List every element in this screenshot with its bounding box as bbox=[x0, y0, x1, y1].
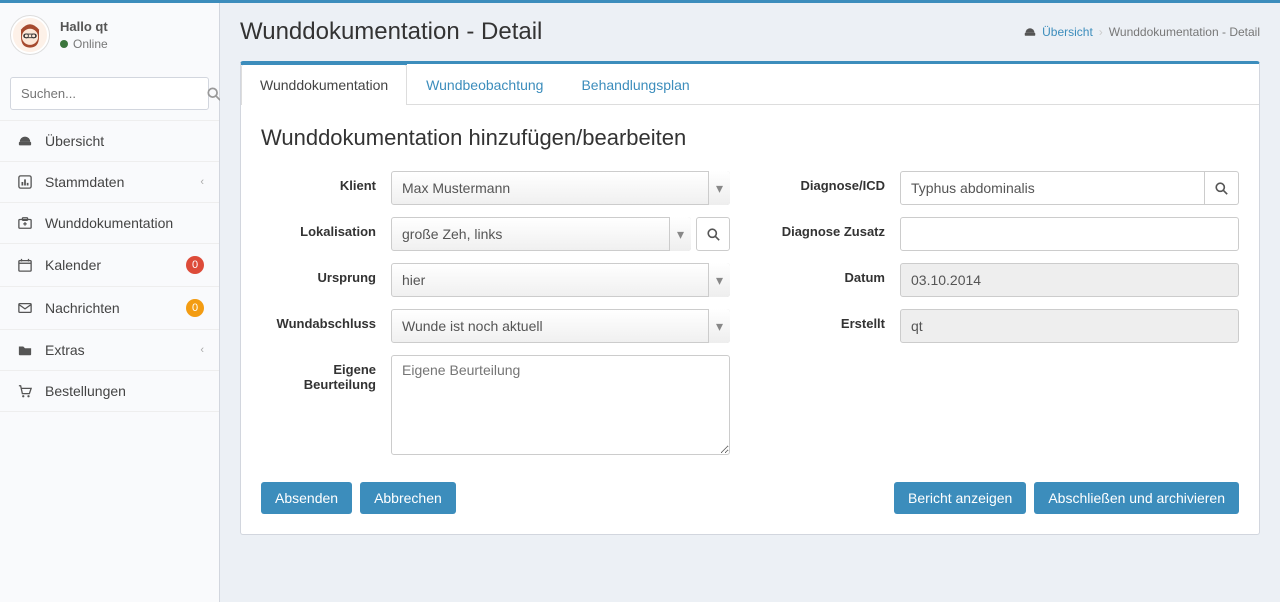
breadcrumb-current: Wunddokumentation - Detail bbox=[1109, 25, 1260, 39]
user-status: Online bbox=[60, 37, 108, 51]
sidebar-search bbox=[0, 67, 219, 120]
chevron-left-icon: ‹ bbox=[200, 344, 204, 356]
chevron-left-icon: ‹ bbox=[200, 176, 204, 188]
tabs: Wunddokumentation Wundbeobachtung Behand… bbox=[241, 64, 1259, 105]
label-erstellt: Erstellt bbox=[770, 309, 900, 331]
diagnose-search-button[interactable] bbox=[1205, 171, 1239, 205]
search-icon bbox=[1215, 182, 1228, 195]
search-input[interactable] bbox=[11, 78, 207, 109]
select-ursprung[interactable]: hier bbox=[391, 263, 730, 297]
select-lokalisation[interactable]: große Zeh, links bbox=[391, 217, 691, 251]
nav-nachrichten[interactable]: Nachrichten 0 bbox=[0, 287, 219, 329]
nav-uebersicht[interactable]: Übersicht bbox=[0, 121, 219, 161]
nav-wunddokumentation[interactable]: Wunddokumentation bbox=[0, 203, 219, 243]
medkit-icon bbox=[15, 216, 35, 230]
input-diagnose-zusatz[interactable] bbox=[900, 217, 1239, 251]
breadcrumb: Übersicht › Wunddokumentation - Detail bbox=[1024, 25, 1260, 39]
folder-icon bbox=[15, 343, 35, 357]
label-diagnose-zusatz: Diagnose Zusatz bbox=[770, 217, 900, 239]
label-lokalisation: Lokalisation bbox=[261, 217, 391, 239]
tab-behandlungsplan[interactable]: Behandlungsplan bbox=[562, 64, 708, 105]
nav-extras[interactable]: Extras ‹ bbox=[0, 330, 219, 370]
label-diagnose: Diagnose/ICD bbox=[770, 171, 900, 193]
sidebar: Hallo qt Online Übersicht bbox=[0, 3, 220, 602]
bericht-anzeigen-button[interactable]: Bericht anzeigen bbox=[894, 482, 1026, 514]
envelope-icon bbox=[15, 301, 35, 315]
breadcrumb-home[interactable]: Übersicht bbox=[1042, 25, 1093, 39]
label-klient: Klient bbox=[261, 171, 391, 193]
input-erstellt bbox=[900, 309, 1239, 343]
panel: Wunddokumentation Wundbeobachtung Behand… bbox=[240, 61, 1260, 535]
search-icon bbox=[707, 228, 720, 241]
label-eigene-beurteilung: Eigene Beurteilung bbox=[261, 355, 391, 392]
label-datum: Datum bbox=[770, 263, 900, 285]
user-panel: Hallo qt Online bbox=[0, 3, 219, 67]
tab-wunddokumentation[interactable]: Wunddokumentation bbox=[241, 64, 407, 105]
status-dot-icon bbox=[60, 40, 68, 48]
nav-bestellungen[interactable]: Bestellungen bbox=[0, 371, 219, 411]
dashboard-icon bbox=[1024, 26, 1036, 38]
textarea-eigene-beurteilung[interactable] bbox=[391, 355, 730, 455]
button-row: Absenden Abbrechen Bericht anzeigen Absc… bbox=[261, 482, 1239, 514]
avatar bbox=[10, 15, 50, 55]
form-heading: Wunddokumentation hinzufügen/bearbeiten bbox=[261, 125, 1239, 151]
input-diagnose[interactable] bbox=[900, 171, 1205, 205]
search-icon bbox=[207, 87, 221, 101]
bar-chart-icon bbox=[15, 175, 35, 189]
page-title: Wunddokumentation - Detail bbox=[240, 18, 542, 46]
input-datum[interactable] bbox=[900, 263, 1239, 297]
label-ursprung: Ursprung bbox=[261, 263, 391, 285]
content-header: Wunddokumentation - Detail Übersicht › W… bbox=[220, 3, 1280, 61]
dashboard-icon bbox=[15, 134, 35, 148]
abschliessen-archivieren-button[interactable]: Abschließen und archivieren bbox=[1034, 482, 1239, 514]
abbrechen-button[interactable]: Abbrechen bbox=[360, 482, 456, 514]
calendar-icon bbox=[15, 258, 35, 272]
nav-kalender[interactable]: Kalender 0 bbox=[0, 244, 219, 286]
cart-icon bbox=[15, 384, 35, 398]
tab-wundbeobachtung[interactable]: Wundbeobachtung bbox=[407, 64, 562, 105]
lokalisation-search-button[interactable] bbox=[696, 217, 730, 251]
main-content: Wunddokumentation - Detail Übersicht › W… bbox=[220, 3, 1280, 602]
chevron-right-icon: › bbox=[1099, 25, 1103, 39]
absenden-button[interactable]: Absenden bbox=[261, 482, 352, 514]
nav-stammdaten[interactable]: Stammdaten ‹ bbox=[0, 162, 219, 202]
nachrichten-badge: 0 bbox=[186, 299, 204, 317]
search-button[interactable] bbox=[207, 78, 221, 109]
kalender-badge: 0 bbox=[186, 256, 204, 274]
sidebar-nav: Übersicht Stammdaten ‹ Wunddokumentation… bbox=[0, 120, 219, 412]
select-wundabschluss[interactable]: Wunde ist noch aktuell bbox=[391, 309, 730, 343]
user-greeting: Hallo qt bbox=[60, 19, 108, 34]
label-wundabschluss: Wundabschluss bbox=[261, 309, 391, 331]
select-klient[interactable]: Max Mustermann bbox=[391, 171, 730, 205]
